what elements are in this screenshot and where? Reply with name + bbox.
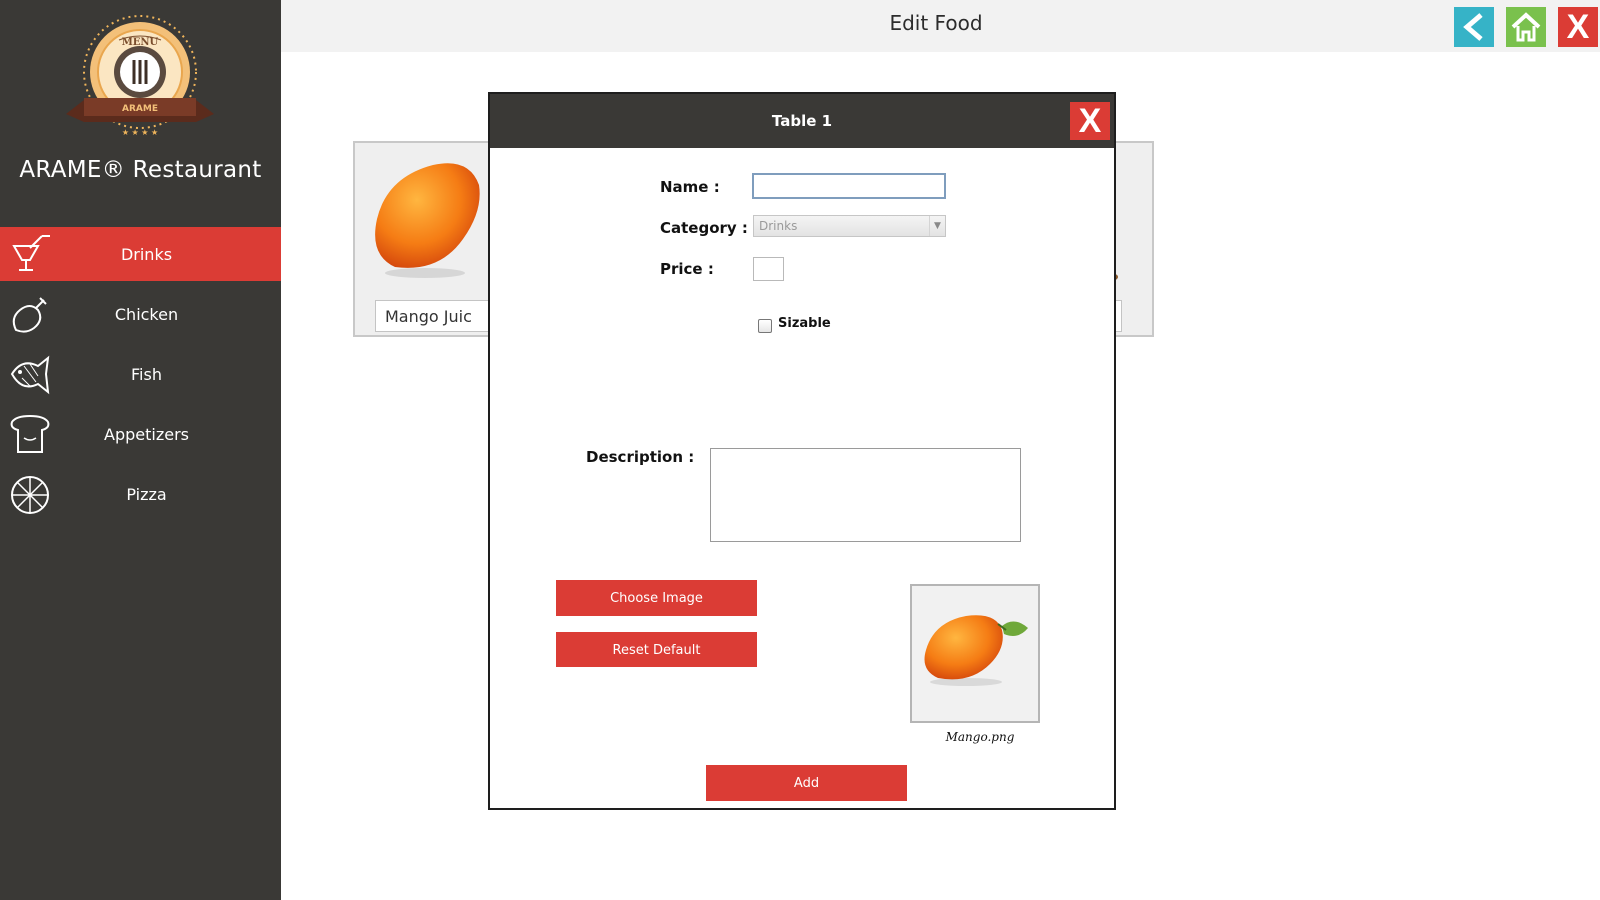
description-label: Description : [586,448,695,466]
food-card[interactable]: Mango Juic [353,141,505,337]
sizable-checkbox[interactable] [758,319,772,333]
sidebar-item-label: Drinks [120,244,173,264]
add-button[interactable]: Add [706,765,907,801]
svg-text:★ ★ ★ ★: ★ ★ ★ ★ [122,128,158,137]
sidebar-item-label: Pizza [126,484,167,504]
restaurant-logo: MENU ARAME ★ ★ ★ ★ [66,15,214,137]
svg-text:MENU: MENU [122,37,159,48]
svg-text:ARAME: ARAME [122,104,158,114]
sizable-label: Sizable [778,316,831,331]
name-input[interactable] [752,173,946,199]
sidebar-item-pizza[interactable]: Pizza [0,467,281,521]
reset-default-button[interactable]: Reset Default [556,632,757,667]
price-input[interactable] [753,257,784,281]
price-label: Price : [660,260,714,278]
close-icon: X [1078,102,1102,140]
image-preview [910,584,1040,723]
home-icon [1511,12,1541,42]
exit-button[interactable]: X [1558,7,1598,47]
home-button[interactable] [1506,7,1546,47]
name-label: Name : [660,178,720,196]
dialog-header: Table 1 X [490,94,1114,148]
sidebar: MENU ARAME ★ ★ ★ ★ ARAME® Restaurant Dri… [0,0,281,900]
choose-image-button[interactable]: Choose Image [556,580,757,616]
sidebar-item-label: Chicken [114,304,179,324]
sidebar-nav: Drinks Chicken Fish Appetizers Pizza [0,227,281,527]
sidebar-item-drinks[interactable]: Drinks [0,227,281,281]
bread-icon [10,414,50,453]
back-button[interactable] [1454,7,1494,47]
sidebar-item-chicken[interactable]: Chicken [0,287,281,341]
page-title: Edit Food [889,11,983,35]
sidebar-item-label: Appetizers [104,424,189,444]
sidebar-item-fish[interactable]: Fish [0,347,281,401]
edit-food-dialog: Table 1 X Name : Category : Drinks ▼ Pri… [488,92,1116,810]
close-icon: X [1566,8,1590,46]
drink-icon [12,235,50,271]
category-selected-value: Drinks [759,219,798,233]
chevron-down-icon: ▼ [929,216,945,236]
category-select[interactable]: Drinks ▼ [753,215,946,237]
mango-image [375,163,480,278]
description-input[interactable] [710,448,1021,542]
mango-image [924,615,1028,686]
header: Edit Food [281,0,1600,52]
dialog-title: Table 1 [771,112,833,130]
chicken-icon [12,297,47,333]
dialog-close-button[interactable]: X [1070,102,1110,140]
fish-icon [10,355,50,395]
sidebar-item-appetizers[interactable]: Appetizers [0,407,281,461]
category-label: Category : [660,219,748,237]
sidebar-item-label: Fish [131,364,162,384]
back-icon [1463,13,1483,41]
brand-name: ARAME® Restaurant [19,157,262,183]
pizza-icon [11,476,49,514]
image-filename: Mango.png [945,730,1015,744]
food-card-label: Mango Juic [385,307,472,326]
